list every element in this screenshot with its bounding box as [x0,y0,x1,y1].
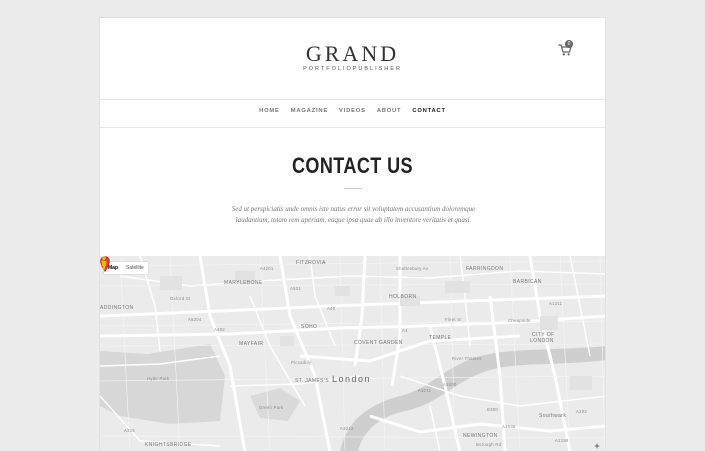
google-map[interactable]: Map Satellite FITZROVIA MARYLEBONE HOLBO… [100,256,606,451]
nav-item-magazine[interactable]: MAGAZINE [291,108,328,114]
map-label-covent-garden: COVENT GARDEN [354,340,403,346]
map-road-shaftesbury: Shaftesbury Av [396,266,429,271]
map-road-river-thames: River Thames [452,356,482,361]
zoom-in-button[interactable]: + [591,440,603,451]
title-divider [344,188,362,189]
map-label-temple: TEMPLE [429,335,452,341]
map-label-soho: SOHO [301,324,318,330]
map-road-cheapside: Cheapside [508,318,531,323]
map-road-oxford-st: Oxford St [170,296,191,301]
map-road-a3212: A3212 [340,426,354,431]
map-label-newington: NEWINGTON [463,433,498,439]
nav-item-home[interactable]: HOME [259,108,280,114]
map-road-a3200: A3200 [443,382,457,387]
map-road-a402: A402 [214,327,225,332]
map-road-a1211: A1211 [549,301,563,306]
main-nav: HOME MAGAZINE VIDEOS ABOUT CONTACT [100,99,605,128]
map-road-a315: A315 [124,428,135,433]
site-header: GRAND PORTFOLIOPUBLISHER 0 [100,18,605,100]
cart-count-badge: 0 [565,40,573,48]
logo-title[interactable]: GRAND [100,41,605,67]
map-type-control: Map Satellite [104,262,148,274]
nav-item-about[interactable]: ABOUT [377,108,402,114]
map-label-mayfair: MAYFAIR [239,341,264,347]
map-road-a3211: A3211 [418,388,432,393]
map-label-southwark: Southwark [539,413,567,419]
map-road-a4: A4 [402,328,408,333]
map-label-st-james: ST. JAMES'S [295,378,329,384]
map-road-a202: A202 [576,409,587,414]
nav-item-videos[interactable]: VIDEOS [339,108,366,114]
map-label-paddington: ADDINGTON [100,305,134,311]
page-frame: GRAND PORTFOLIOPUBLISHER 0 HOME MAGAZINE… [99,17,606,451]
intro-line-1: Sed ut perspiciatis unde omnis iste natu… [231,205,476,213]
map-road-a5204: A5204 [188,317,202,322]
intro-text: Sed ut perspiciatis unde omnis iste natu… [200,204,507,226]
map-road-a501: A501 [290,286,301,291]
map-road-b300: B300 [487,407,498,412]
map-road-piccadilly: Piccadilly [291,360,312,365]
pegman-icon[interactable] [100,256,108,270]
map-road-a2198: A2198 [555,438,569,443]
map-type-satellite-button[interactable]: Satellite [122,262,148,274]
map-road-a4201: A4201 [260,266,274,271]
map-label-knightsbridge: KNIGHTSBRIDGE [145,442,192,448]
nav-item-contact[interactable]: CONTACT [412,108,446,114]
intro-line-2: laudantium, totam rem aperiam, eaque ips… [235,216,472,224]
map-road-borough-rd: Borough Rd [476,442,502,447]
page-title: CONTACT US [291,153,414,178]
map-label-city-of-london-2: LONDON [530,338,554,344]
map-road-a40: A40 [327,306,336,311]
map-label-barbican: BARBICAN [513,279,542,285]
map-label-hyde-park: Hyde Park [147,376,170,381]
map-label-city-london: London [332,374,372,384]
map-label-farringdon: FARRINGDON [466,266,504,272]
map-label-marylebone: MARYLEBONE [224,280,263,286]
map-road-fleet-st: Fleet St [445,317,462,322]
map-canvas[interactable] [100,256,606,451]
map-label-holborn: HOLBORN [389,294,417,300]
map-label-fitzrovia: FITZROVIA [296,260,326,266]
map-label-green-park: Green Park [259,405,284,410]
map-road-a3036: A3036 [502,424,516,429]
logo-subtitle: PORTFOLIOPUBLISHER [303,66,402,72]
